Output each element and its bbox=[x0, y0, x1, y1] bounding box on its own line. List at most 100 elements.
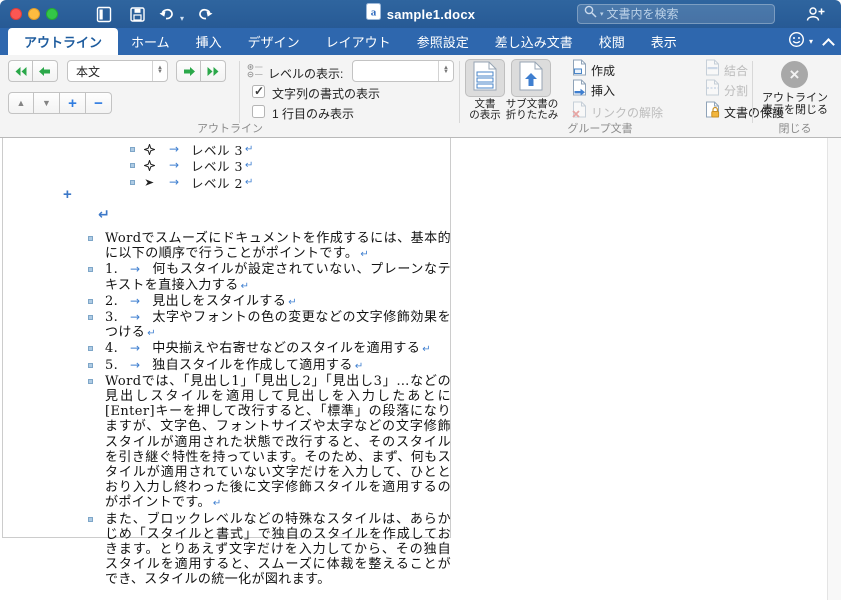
merge-icon bbox=[705, 59, 720, 81]
promote-button[interactable] bbox=[33, 60, 58, 82]
outline-level-style-value: 本文 bbox=[76, 64, 101, 79]
undo-icon[interactable] bbox=[158, 5, 176, 23]
share-icon[interactable] bbox=[806, 5, 826, 23]
collapse-subdocuments-icon bbox=[518, 61, 544, 96]
close-outline-view-button[interactable]: × bbox=[781, 61, 808, 88]
paragraph-text[interactable]: Wordでは、「見出し1」「見出し2」「見出し3」…などの見出しスタイルを適用し… bbox=[105, 374, 451, 511]
redo-icon[interactable] bbox=[196, 5, 214, 23]
show-first-line-only-label: 1 行目のみ表示 bbox=[272, 107, 355, 121]
search-field[interactable]: ▾ bbox=[577, 4, 775, 24]
paragraph-text[interactable]: また、ブロックレベルなどの特殊なスタイルは、あらかじめ「スタイルと書式」で独自の… bbox=[105, 512, 451, 588]
collapse-ribbon-icon[interactable] bbox=[823, 37, 833, 47]
item-text[interactable]: 見出しをスタイルする bbox=[152, 294, 286, 309]
vertical-scrollbar-track[interactable] bbox=[827, 138, 841, 600]
close-window-button[interactable] bbox=[10, 8, 22, 20]
show-text-formatting-checkbox[interactable] bbox=[252, 84, 265, 98]
tab-mailings[interactable]: 差し込み文書 bbox=[482, 28, 586, 55]
numbered-item[interactable]: 5. → 独自スタイルを作成して適用する ↵ bbox=[88, 357, 451, 374]
show-level-icon bbox=[247, 63, 263, 84]
create-subdocument-button[interactable]: 作成 bbox=[572, 59, 615, 81]
outline-item-text[interactable]: レベル 2 bbox=[191, 173, 243, 192]
stepper-icon[interactable]: ▲ ▼ bbox=[438, 61, 453, 81]
show-level-label: レベルの表示: bbox=[268, 67, 344, 81]
outline-body-bullet[interactable] bbox=[88, 236, 93, 241]
search-scope-chevron-icon[interactable]: ▾ bbox=[600, 10, 604, 18]
tab-home[interactable]: ホーム bbox=[118, 28, 183, 55]
search-input[interactable] bbox=[606, 7, 747, 21]
smiley-dropdown-icon[interactable]: ▾ bbox=[809, 37, 813, 46]
document-canvas[interactable]: → レベル 3 ↵ → レベル 3 ↵ → レベル 2 ↵ + ↵ Wordでス… bbox=[0, 138, 841, 600]
show-level-dropdown[interactable]: ▲ ▼ bbox=[352, 60, 454, 82]
document-title: sample1.docx bbox=[386, 6, 476, 22]
paragraph[interactable]: また、ブロックレベルなどの特殊なスタイルは、あらかじめ「スタイルと書式」で独自の… bbox=[88, 512, 451, 588]
outline-expand-handle[interactable]: + bbox=[63, 187, 75, 202]
collapse-button[interactable]: − bbox=[86, 92, 112, 114]
view-switch-icon[interactable] bbox=[95, 5, 113, 23]
show-document-button[interactable] bbox=[465, 59, 505, 97]
show-first-line-only-checkbox[interactable] bbox=[252, 105, 265, 118]
numbered-item[interactable]: 2. → 見出しをスタイルする ↵ bbox=[88, 294, 451, 310]
insert-icon bbox=[572, 79, 587, 101]
show-document-icon bbox=[472, 61, 498, 96]
stepper-icon[interactable]: ▲ ▼ bbox=[152, 61, 167, 81]
move-down-button[interactable]: ▼ bbox=[34, 92, 60, 114]
numbered-item[interactable]: 4. → 中央揃えや右寄せなどのスタイルを適用する ↵ bbox=[88, 341, 451, 357]
outline-body-bullet[interactable] bbox=[88, 267, 93, 273]
outline-group-label: アウトライン bbox=[197, 123, 263, 135]
outline-body-bullet[interactable] bbox=[130, 179, 135, 185]
expand-button[interactable]: + bbox=[60, 92, 86, 114]
feedback-smiley-icon[interactable] bbox=[788, 31, 805, 53]
outline-body-bullet[interactable] bbox=[88, 516, 93, 522]
tab-insert[interactable]: 挿入 bbox=[183, 28, 235, 55]
outline-body-bullet[interactable] bbox=[130, 146, 135, 152]
tab-mark-icon: → bbox=[168, 158, 180, 172]
tab-mark-icon: → bbox=[129, 341, 141, 356]
item-text[interactable]: 太字やフォントの色の変更などの文字修飾効果をつける bbox=[105, 310, 451, 340]
paragraph-mark: ↵ bbox=[147, 328, 156, 340]
outline-body-bullet[interactable] bbox=[88, 378, 93, 384]
outline-body-bullet[interactable] bbox=[88, 362, 93, 368]
outline-body-bullet[interactable] bbox=[88, 346, 93, 352]
outline-item-level3[interactable]: → レベル 3 ↵ bbox=[130, 157, 254, 174]
collapse-subdocuments-button[interactable] bbox=[511, 59, 551, 97]
paragraph-mark: ↵ bbox=[244, 159, 254, 171]
tab-review[interactable]: 校閲 bbox=[586, 28, 638, 55]
paragraph[interactable]: Wordでスムーズにドキュメントを作成するには、基本的に以下の順序で行うことがポ… bbox=[88, 231, 451, 262]
tab-view[interactable]: 表示 bbox=[638, 28, 690, 55]
outline-level-style-dropdown[interactable]: 本文 ▲ ▼ bbox=[67, 60, 168, 82]
split-icon bbox=[705, 79, 720, 101]
outline-body-bullet[interactable] bbox=[88, 315, 93, 321]
titlebar: ▾ a sample1.docx ▾ bbox=[0, 0, 841, 28]
move-up-button[interactable]: ▲ bbox=[8, 92, 34, 114]
outline-item-level2[interactable]: → レベル 2 ↵ bbox=[130, 173, 253, 192]
body-text-block: Wordでスムーズにドキュメントを作成するには、基本的に以下の順序で行うことがポ… bbox=[88, 231, 451, 588]
unlink-button: リンクの解除 bbox=[572, 101, 663, 121]
tab-references[interactable]: 参照設定 bbox=[404, 28, 482, 55]
tab-layout[interactable]: レイアウト bbox=[313, 28, 404, 55]
numbered-item[interactable]: 1. → 何もスタイルが設定されていない、プレーンなテキストを直接入力する ↵ bbox=[88, 262, 451, 293]
tab-outline[interactable]: アウトライン bbox=[8, 28, 119, 55]
outline-body-bullet[interactable] bbox=[88, 298, 93, 304]
promote-to-heading1-button[interactable] bbox=[8, 60, 33, 82]
protect-lock-icon bbox=[705, 101, 720, 123]
insert-subdocument-button[interactable]: 挿入 bbox=[572, 79, 615, 101]
paragraph-text[interactable]: Wordでスムーズにドキュメントを作成するには、基本的に以下の順序で行うことがポ… bbox=[105, 231, 451, 261]
create-icon bbox=[572, 59, 587, 81]
paragraph[interactable]: Wordでは、「見出し1」「見出し2」「見出し3」…などの見出しスタイルを適用し… bbox=[88, 374, 451, 512]
zoom-window-button[interactable] bbox=[46, 8, 58, 20]
item-text[interactable]: 中央揃えや右寄せなどのスタイルを適用する bbox=[152, 341, 420, 356]
list-number: 3. bbox=[105, 310, 119, 326]
tab-design[interactable]: デザイン bbox=[235, 28, 313, 55]
numbered-item[interactable]: 3. → 太字やフォントの色の変更などの文字修飾効果をつける ↵ bbox=[88, 310, 451, 341]
undo-dropdown-icon[interactable]: ▾ bbox=[178, 9, 186, 27]
demote-button[interactable] bbox=[176, 60, 201, 82]
demote-to-bodytext-button[interactable] bbox=[201, 60, 226, 82]
item-text[interactable]: 独自スタイルを作成して適用する bbox=[152, 358, 353, 373]
minimize-window-button[interactable] bbox=[28, 8, 40, 20]
ribbon-divider bbox=[239, 61, 240, 123]
save-icon[interactable] bbox=[128, 5, 146, 23]
tab-mark-icon: → bbox=[168, 175, 180, 189]
list-number: 5. bbox=[105, 357, 119, 373]
item-text[interactable]: 何もスタイルが設定されていない、プレーンなテキストを直接入力する bbox=[105, 262, 451, 292]
outline-body-bullet[interactable] bbox=[130, 162, 135, 168]
